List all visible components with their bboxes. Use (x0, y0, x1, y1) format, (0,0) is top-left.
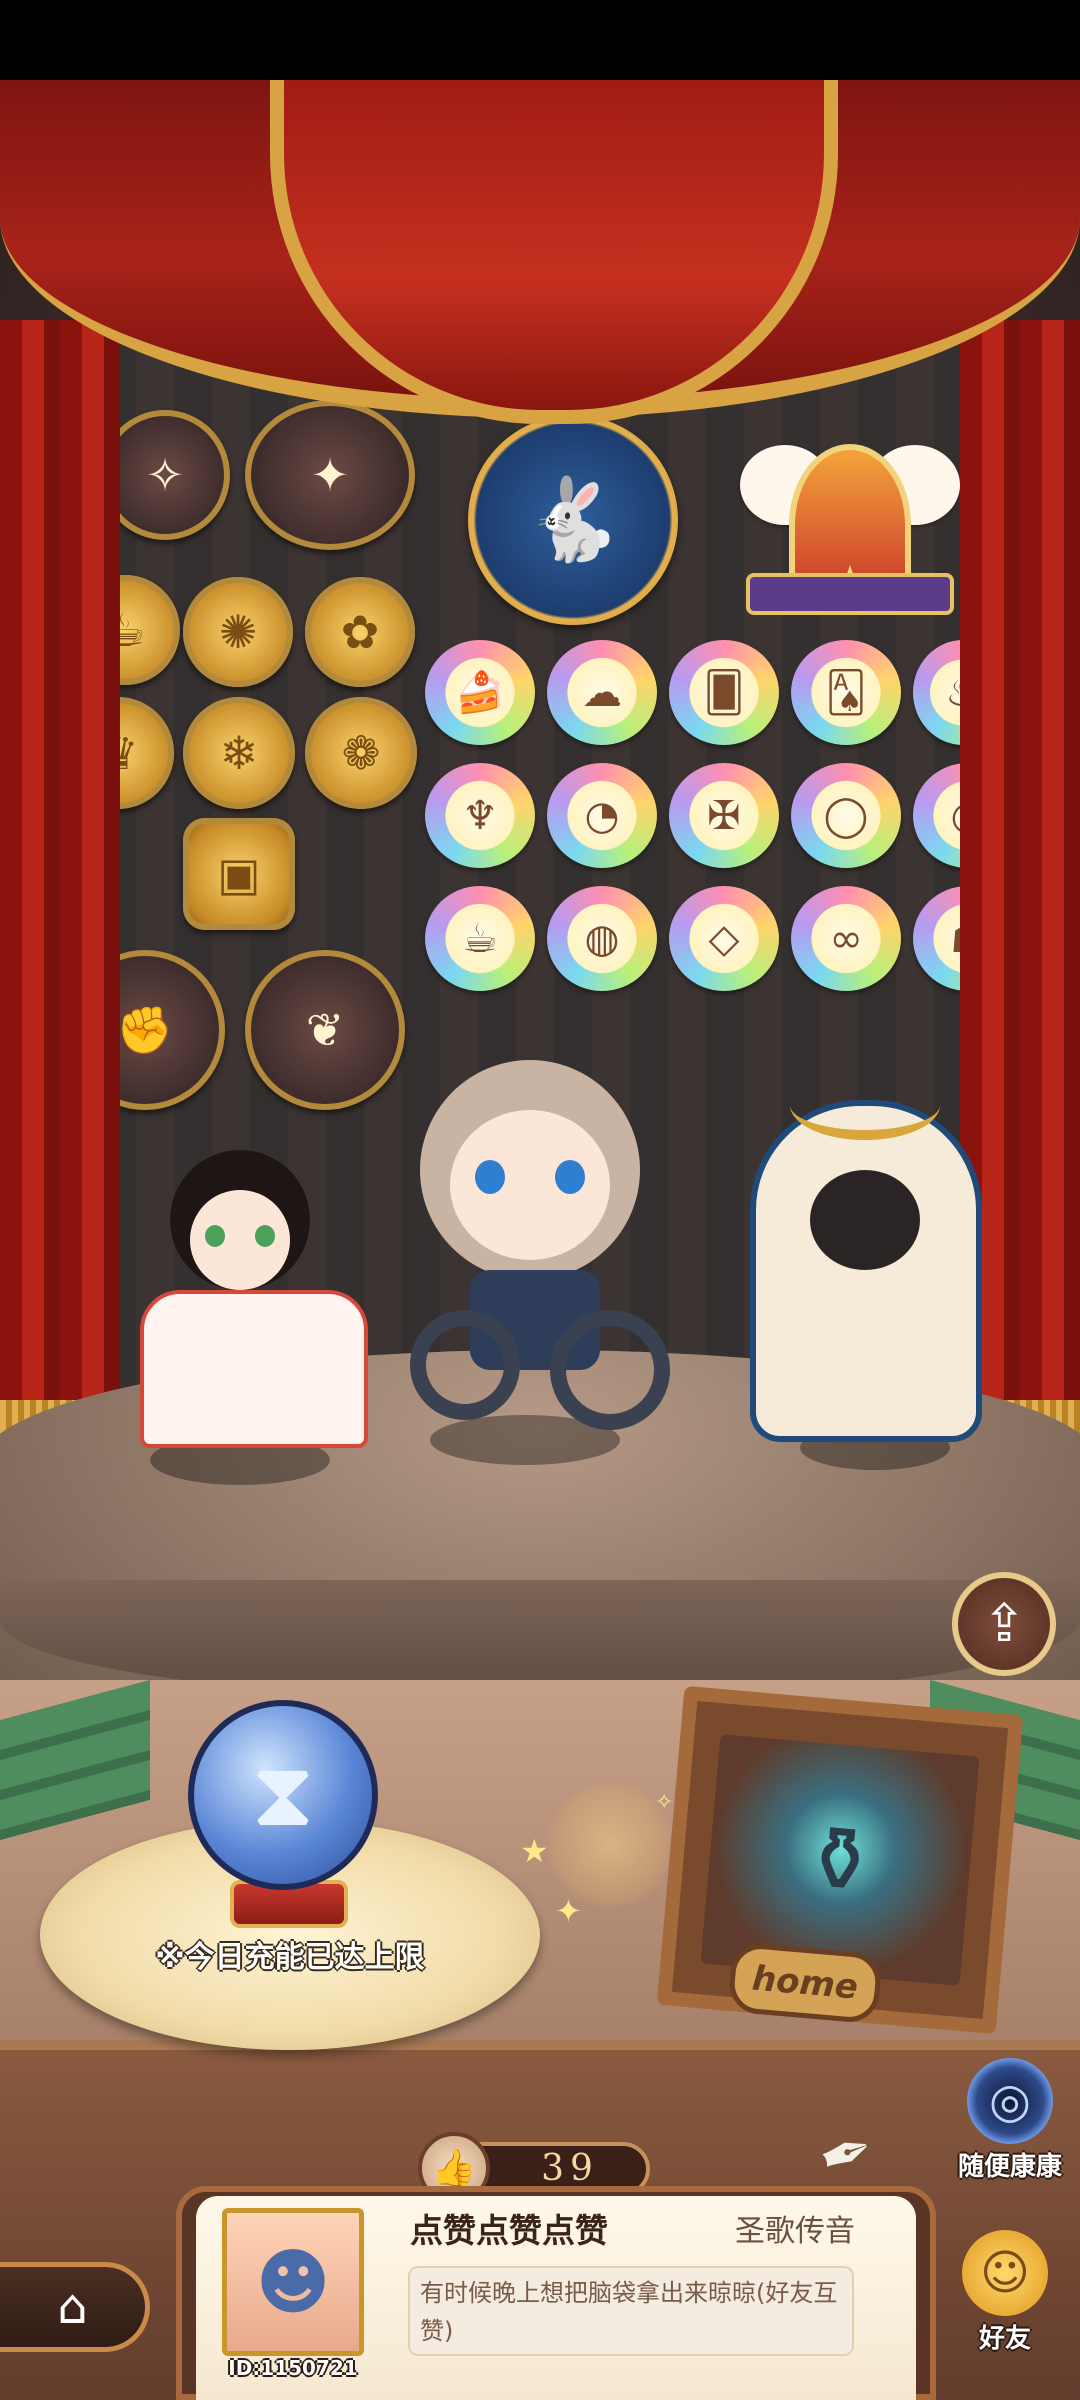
medal-gold-7[interactable]: ▣ (183, 818, 295, 930)
item-card-2[interactable]: 🂡 (791, 640, 901, 745)
character-hooded-mage[interactable] (700, 1060, 1030, 1460)
winged-trophy-badge[interactable]: ★ (740, 425, 960, 625)
character-main-avatar[interactable] (360, 1040, 700, 1440)
item-cake[interactable]: 🍰 (425, 640, 535, 745)
medal-gold-6[interactable]: ❁ (305, 697, 417, 809)
item-shell[interactable]: ◔ (547, 763, 657, 868)
share-icon: ⇪ (982, 1594, 1026, 1654)
charge-status-text: ※今日充能已达上限 (155, 1940, 425, 1975)
home-tag: home (727, 1941, 883, 2025)
item-bag[interactable]: ♆ (425, 763, 535, 868)
bio-text: 有时候晚上想把脑袋拿出来晾晾(好友互赞) (408, 2266, 854, 2356)
item-bracelet[interactable]: ∞ (791, 886, 901, 991)
random-visit-label: 随便康康 (957, 2152, 1062, 2182)
stage-scene: ✧ ✦ ☕ ✺ ✿ ♛ ❄ ❁ ▣ ✊ ❦ 🐇 ★ 🍰 ☁ 🂠 🂡 ♨ ♆ ◔ … (0, 80, 1080, 2400)
home-button[interactable]: ⌂ (0, 2262, 150, 2352)
character-shrine-maiden[interactable] (90, 1130, 390, 1460)
item-card-1[interactable]: 🂠 (669, 640, 779, 745)
medal-gold-3[interactable]: ✿ (305, 577, 415, 687)
medal-gold-5[interactable]: ❄ (183, 697, 295, 809)
avatar[interactable]: ☻ (222, 2208, 364, 2356)
friends-icon: ☺ (962, 2230, 1048, 2316)
item-steamer[interactable]: ◍ (547, 886, 657, 991)
item-mirror[interactable]: ◇ (669, 886, 779, 991)
item-ring[interactable]: ◯ (791, 763, 901, 868)
item-marshmallow[interactable]: ☁ (547, 640, 657, 745)
share-button[interactable]: ⇪ (952, 1572, 1056, 1676)
home-icon: ⌂ (57, 2279, 88, 2335)
friends-button[interactable]: ☺ 好友 (940, 2230, 1070, 2355)
user-id: ID:1150721 (228, 2356, 358, 2380)
hourglass-icon: ⧗ (251, 1742, 315, 1847)
medal-gold-2[interactable]: ✺ (183, 577, 293, 687)
item-teacup[interactable]: ☕ (425, 886, 535, 991)
item-cross[interactable]: ✠ (669, 763, 779, 868)
friends-label: 好友 (978, 2324, 1031, 2354)
medal-constellation-2[interactable]: ✦ (245, 400, 415, 550)
random-visit-button[interactable]: ◎ 随便康康 (945, 2058, 1075, 2183)
rabbit-badge[interactable]: 🐇 (468, 415, 678, 625)
guild-name: 圣歌传音 (735, 2214, 855, 2249)
username: 点赞点赞点赞 (410, 2211, 608, 2250)
energy-orb-button[interactable]: ⧗ (188, 1700, 378, 1890)
portal-icon: ◎ (967, 2058, 1053, 2144)
cauldron-icon: ⚱ (700, 1734, 980, 1986)
